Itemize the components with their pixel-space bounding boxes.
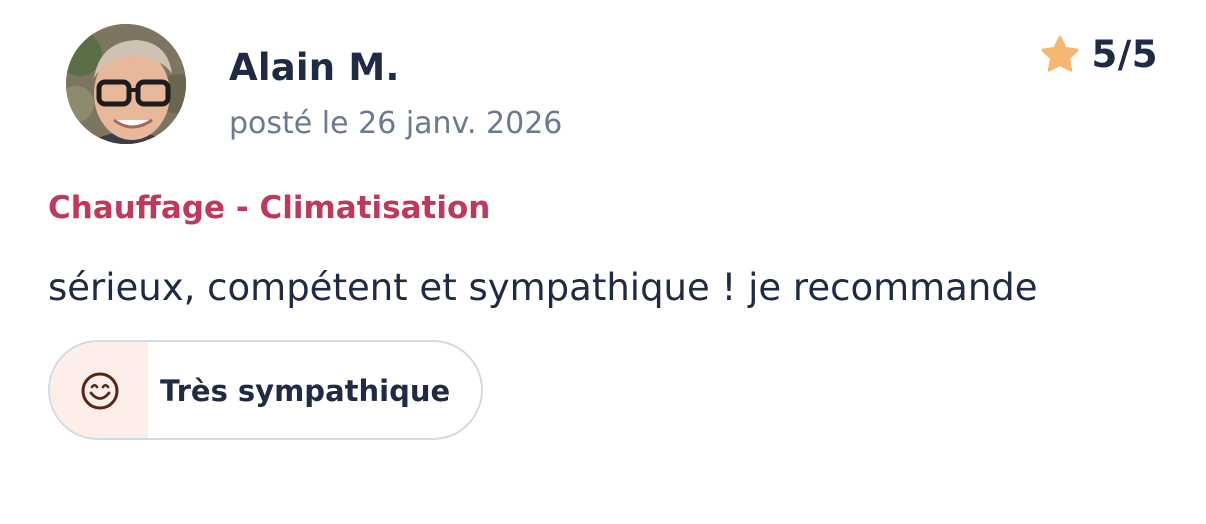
review-comment: sérieux, compétent et sympathique ! je r… [48,266,1038,309]
rating: 5/5 [1039,33,1158,76]
rating-value: 5/5 [1091,33,1158,76]
post-date: posté le 26 janv. 2026 [229,106,563,141]
tag-icon-background [50,342,148,438]
service-category: Chauffage - Climatisation [48,190,491,226]
tag-label: Très sympathique [160,374,451,408]
star-icon [1041,35,1080,72]
tag-chip: Très sympathique [48,340,483,440]
review-card: Alain M. posté le 26 janv. 2026 5/5 Chau… [0,0,1206,524]
author-name: Alain M. [229,46,400,89]
smiley-icon [81,372,119,410]
avatar [66,24,186,144]
